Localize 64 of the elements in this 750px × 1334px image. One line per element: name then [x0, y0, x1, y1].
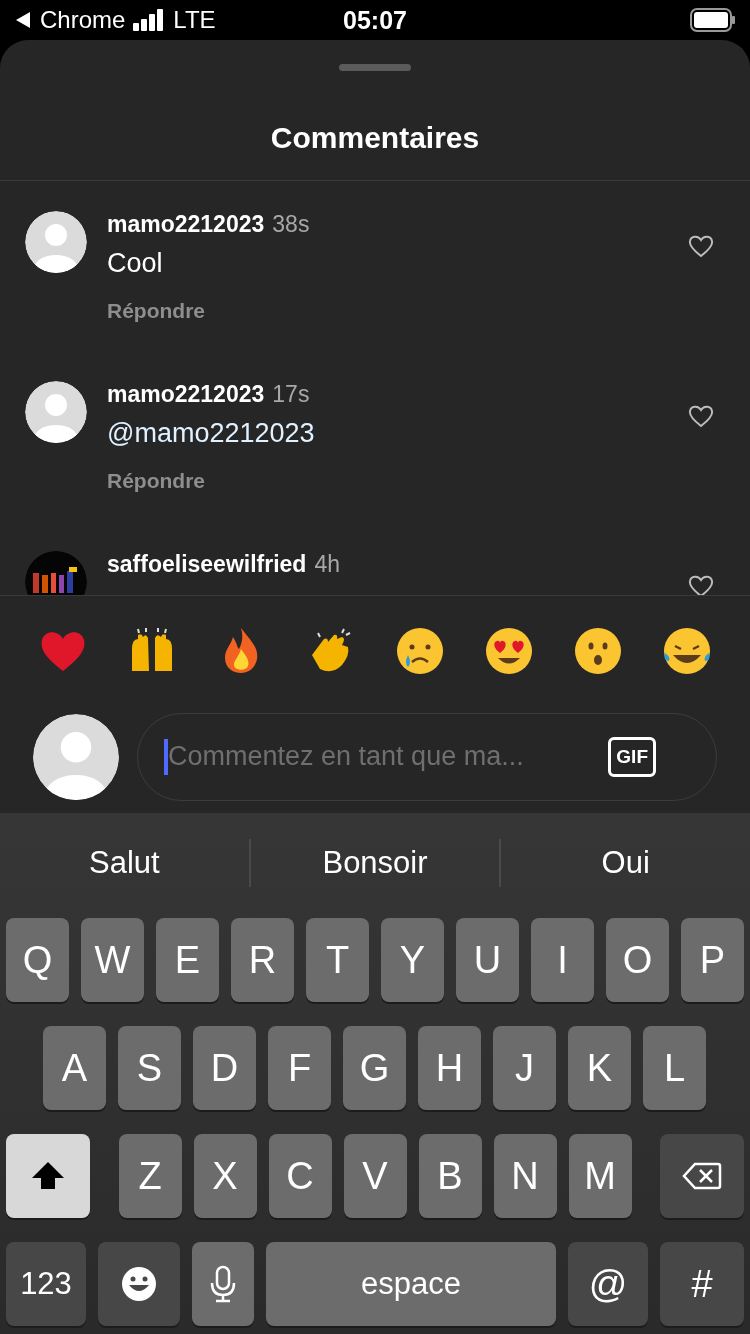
- like-icon[interactable]: [688, 234, 714, 258]
- avatar-icon: [33, 713, 119, 800]
- key[interactable]: L: [643, 1026, 706, 1110]
- signal-icon: [133, 9, 166, 31]
- key[interactable]: K: [568, 1026, 631, 1110]
- avatar-icon[interactable]: [25, 211, 87, 273]
- battery-icon: [690, 8, 736, 32]
- key[interactable]: F: [268, 1026, 331, 1110]
- comment-time: 4h: [314, 551, 340, 578]
- key[interactable]: H: [418, 1026, 481, 1110]
- username[interactable]: saffoeliseewilfried: [107, 551, 307, 578]
- gif-button[interactable]: GIF: [608, 736, 656, 777]
- emoji-key[interactable]: [98, 1242, 180, 1326]
- comment-time: 17s: [272, 381, 310, 408]
- sheet-title: Commentaires: [270, 121, 480, 155]
- key[interactable]: E: [156, 918, 219, 1002]
- key[interactable]: P: [681, 918, 744, 1002]
- key[interactable]: @: [568, 1242, 648, 1326]
- suggestion[interactable]: Salut: [81, 841, 168, 885]
- drag-handle[interactable]: [339, 64, 411, 71]
- comment-text: Cool: [107, 248, 164, 279]
- network-label: LTE: [173, 6, 216, 34]
- key[interactable]: C: [268, 1134, 332, 1218]
- key[interactable]: Y: [381, 918, 444, 1002]
- key[interactable]: V: [343, 1134, 407, 1218]
- suggestion[interactable]: Bonsoir: [314, 841, 436, 885]
- dictation-key[interactable]: [192, 1242, 254, 1326]
- key[interactable]: N: [493, 1134, 557, 1218]
- back-icon[interactable]: [14, 11, 32, 29]
- key[interactable]: G: [343, 1026, 406, 1110]
- avatar-icon[interactable]: [25, 381, 87, 443]
- key[interactable]: T: [306, 918, 369, 1002]
- key[interactable]: U: [456, 918, 519, 1002]
- key[interactable]: R: [231, 918, 294, 1002]
- key[interactable]: J: [493, 1026, 556, 1110]
- key[interactable]: M: [568, 1134, 632, 1218]
- shift-key[interactable]: [6, 1134, 90, 1218]
- key[interactable]: D: [193, 1026, 256, 1110]
- key[interactable]: A: [43, 1026, 106, 1110]
- mention-link[interactable]: @mamo2212023: [107, 418, 668, 449]
- key[interactable]: O: [606, 918, 669, 1002]
- key[interactable]: #: [660, 1242, 744, 1326]
- clock: 05:07: [343, 5, 407, 35]
- back-app-label[interactable]: Chrome: [40, 6, 126, 34]
- comment-time: 38s: [272, 211, 310, 238]
- key[interactable]: S: [118, 1026, 181, 1110]
- key[interactable]: Z: [118, 1134, 182, 1218]
- suggestion[interactable]: Oui: [593, 841, 658, 885]
- like-icon[interactable]: [688, 574, 714, 595]
- reply-link[interactable]: Répondre: [107, 299, 205, 323]
- key[interactable]: B: [418, 1134, 482, 1218]
- laughing-face-icon[interactable]: [661, 625, 713, 677]
- key[interactable]: I: [531, 918, 594, 1002]
- key[interactable]: X: [193, 1134, 257, 1218]
- space-bar[interactable]: espace: [266, 1242, 556, 1326]
- reply-link[interactable]: Répondre: [107, 469, 205, 493]
- backspace-key[interactable]: [660, 1134, 744, 1218]
- username[interactable]: mamo2212023: [107, 211, 265, 238]
- numbers-key[interactable]: 123: [6, 1242, 86, 1326]
- like-icon[interactable]: [688, 404, 714, 428]
- username[interactable]: mamo2212023: [107, 381, 265, 408]
- key[interactable]: Q: [6, 918, 69, 1002]
- smiley-icon: [119, 1264, 159, 1304]
- key[interactable]: W: [81, 918, 144, 1002]
